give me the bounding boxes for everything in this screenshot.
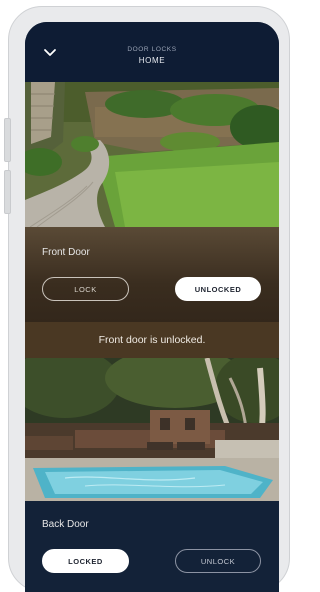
back-door-photo xyxy=(25,358,279,501)
back-door-locked-button[interactable]: LOCKED xyxy=(42,549,129,573)
front-door-unlocked-button[interactable]: UNLOCKED xyxy=(175,277,261,301)
front-door-lock-button[interactable]: LOCK xyxy=(42,277,129,301)
locked-button-label: LOCKED xyxy=(68,556,103,566)
unlocked-button-label: UNLOCKED xyxy=(194,284,242,294)
front-door-panel: Front Door LOCK UNLOCKED xyxy=(25,227,279,322)
front-door-status-message: Front door is unlocked. xyxy=(98,334,206,346)
back-door-name: Back Door xyxy=(42,519,89,530)
header-subtitle: DOOR LOCKS xyxy=(127,46,177,53)
app-header: DOOR LOCKS HOME xyxy=(25,22,279,82)
front-door-status-bar: Front door is unlocked. xyxy=(25,322,279,358)
front-door-name: Front Door xyxy=(42,247,90,258)
phone-side-button xyxy=(4,170,11,214)
back-door-unlock-button[interactable]: UNLOCK xyxy=(175,549,261,573)
header-title: HOME xyxy=(138,56,166,65)
phone-side-button xyxy=(4,118,11,162)
front-door-photo xyxy=(25,82,279,227)
lock-button-label: LOCK xyxy=(74,284,97,294)
unlock-button-label: UNLOCK xyxy=(200,556,236,566)
app-screen: DOOR LOCKS HOME Front Door LOCK UNLOCKED… xyxy=(25,22,279,592)
back-door-panel: Back Door LOCKED UNLOCK xyxy=(25,501,279,592)
